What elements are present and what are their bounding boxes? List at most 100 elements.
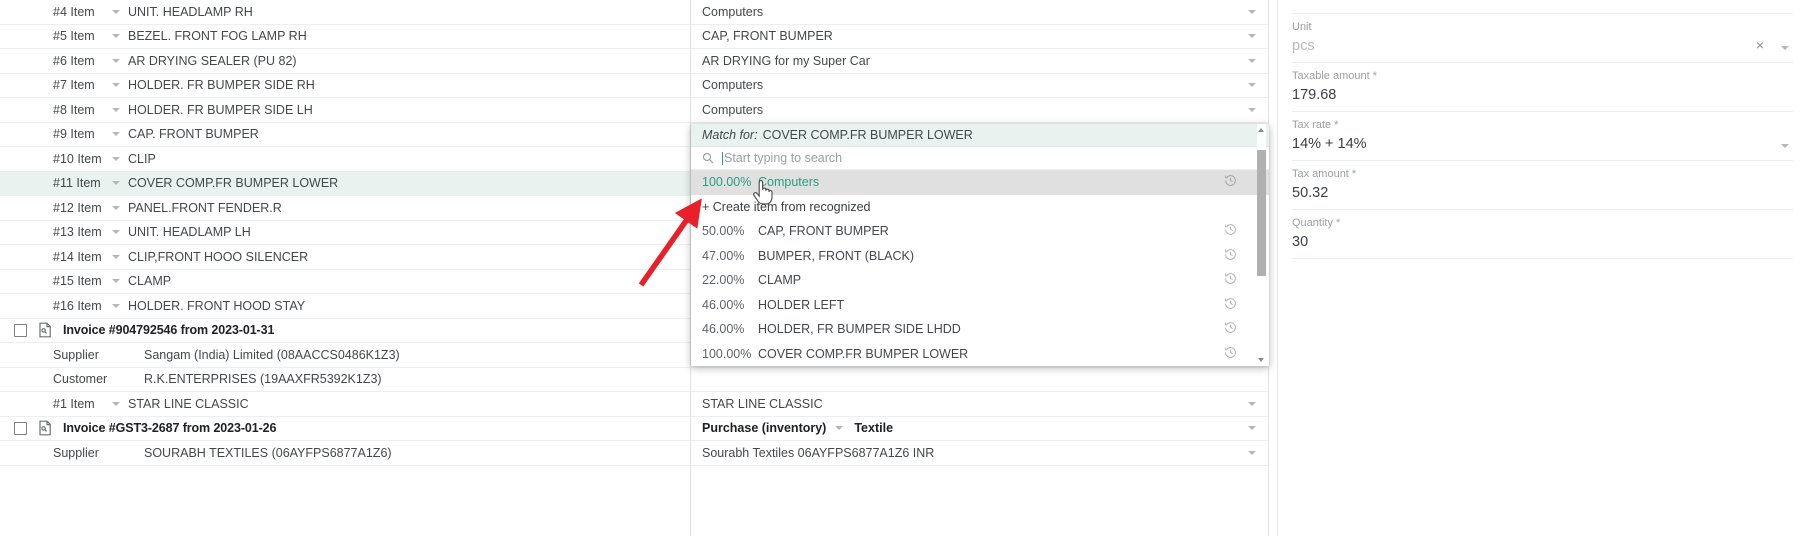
- form-field-value[interactable]: 179.68: [1292, 84, 1793, 106]
- form-field[interactable]: Quantity *30: [1292, 210, 1793, 259]
- history-icon[interactable]: [1224, 297, 1237, 313]
- value-row[interactable]: Computers: [691, 0, 1268, 25]
- value-row[interactable]: Computers: [691, 98, 1268, 123]
- table-row-item[interactable]: #16 ItemHOLDER. FRONT HOOD STAY: [0, 294, 690, 319]
- match-prefix-label: Match for:: [702, 128, 758, 142]
- field-dropdown-caret-icon[interactable]: [1781, 46, 1789, 50]
- table-row-item[interactable]: #13 ItemUNIT. HEADLAMP LH: [0, 221, 690, 246]
- purchase-caret-icon[interactable]: [826, 426, 852, 430]
- table-row-item[interactable]: #8 ItemHOLDER. FR BUMPER SIDE LH: [0, 98, 690, 123]
- value-row[interactable]: Sourabh Textiles 06AYFPS6877A1Z6 INR: [691, 441, 1268, 466]
- form-field-label: Quantity *: [1292, 216, 1793, 231]
- dropdown-scrollbar[interactable]: [1257, 124, 1266, 366]
- form-field-value[interactable]: 14% + 14%: [1292, 133, 1793, 155]
- scroll-down-arrow-icon[interactable]: [1258, 358, 1264, 362]
- dropdown-option[interactable]: 100.00%Computers: [691, 170, 1269, 195]
- history-icon[interactable]: [1224, 321, 1237, 337]
- table-row-item[interactable]: #5 ItemBEZEL. FRONT FOG LAMP RH: [0, 25, 690, 50]
- dropdown-search-row[interactable]: Start typing to search: [691, 147, 1269, 170]
- form-field[interactable]: Tax rate *14% + 14%: [1292, 112, 1793, 161]
- table-row-field[interactable]: SupplierSOURABH TEXTILES (06AYFPS6877A1Z…: [0, 441, 690, 466]
- value-row[interactable]: [691, 368, 1268, 393]
- history-icon[interactable]: [1224, 223, 1237, 239]
- value-dropdown-caret-icon[interactable]: [1248, 451, 1256, 455]
- table-row-item[interactable]: #6 ItemAR DRYING SEALER (PU 82): [0, 49, 690, 74]
- scroll-up-arrow-icon[interactable]: [1258, 128, 1264, 132]
- row-expand-caret-icon[interactable]: [104, 255, 128, 259]
- value-text: AR DRYING for my Super Car: [702, 54, 870, 68]
- value-dropdown-caret-icon[interactable]: [1248, 108, 1256, 112]
- value-dropdown-caret-icon[interactable]: [1248, 426, 1256, 430]
- row-expand-caret-icon[interactable]: [104, 181, 128, 185]
- table-row-field[interactable]: SupplierSangam (India) Limited (08AACCS0…: [0, 343, 690, 368]
- table-row-invoice[interactable]: Invoice #GST3-2687 from 2023-01-26: [0, 417, 690, 442]
- row-expand-caret-icon[interactable]: [104, 34, 128, 38]
- value-dropdown-caret-icon[interactable]: [1248, 59, 1256, 63]
- values-column: ComputersCAP, FRONT BUMPERAR DRYING for …: [690, 0, 1268, 536]
- row-expand-caret-icon[interactable]: [104, 157, 128, 161]
- value-row-purchase[interactable]: Purchase (inventory) Textile: [691, 417, 1268, 442]
- row-expand-caret-icon[interactable]: [104, 59, 128, 63]
- row-expand-caret-icon[interactable]: [104, 230, 128, 234]
- row-expand-caret-icon[interactable]: [104, 402, 128, 406]
- dropdown-option[interactable]: 22.00%CLAMP: [691, 268, 1269, 293]
- purchase-type-label[interactable]: Purchase (inventory): [702, 421, 826, 435]
- dropdown-option[interactable]: 100.00%COVER COMP.FR BUMPER LOWER: [691, 342, 1269, 367]
- row-checkbox[interactable]: [14, 324, 27, 337]
- search-input[interactable]: Start typing to search: [724, 151, 842, 165]
- row-expand-caret-icon[interactable]: [104, 279, 128, 283]
- table-row-item[interactable]: #11 ItemCOVER COMP.FR BUMPER LOWER: [0, 172, 690, 197]
- table-row-item[interactable]: #15 ItemCLAMP: [0, 270, 690, 295]
- dropdown-option[interactable]: 46.00%HOLDER, FR BUMPER SIDE LHDD: [691, 317, 1269, 342]
- value-dropdown-caret-icon[interactable]: [1248, 83, 1256, 87]
- purchase-category-label[interactable]: Textile: [854, 421, 893, 435]
- row-expand-caret-icon[interactable]: [104, 206, 128, 210]
- value-dropdown-caret-icon[interactable]: [1248, 402, 1256, 406]
- table-row-field[interactable]: CustomerR.K.ENTERPRISES (19AAXFR5392K1Z3…: [0, 368, 690, 393]
- option-score: 46.00%: [702, 298, 754, 312]
- history-icon[interactable]: [1224, 272, 1237, 288]
- dropdown-option[interactable]: 46.00%HOLDER LEFT: [691, 293, 1269, 318]
- form-field-value[interactable]: 50.32: [1292, 182, 1793, 204]
- table-row-invoice[interactable]: Invoice #904792546 from 2023-01-31: [0, 319, 690, 344]
- value-text: Computers: [702, 103, 763, 117]
- history-icon[interactable]: [1224, 346, 1237, 362]
- table-row-item[interactable]: #10 ItemCLIP: [0, 147, 690, 172]
- table-row-item[interactable]: #4 ItemUNIT. HEADLAMP RH: [0, 0, 690, 25]
- table-row-item[interactable]: #9 ItemCAP. FRONT BUMPER: [0, 123, 690, 148]
- table-row-item[interactable]: #14 ItemCLIP,FRONT HOOO SILENCER: [0, 245, 690, 270]
- invoice-title: Invoice #GST3-2687 from 2023-01-26: [63, 421, 276, 435]
- form-field-value[interactable]: pcs: [1292, 35, 1793, 57]
- value-dropdown-caret-icon[interactable]: [1248, 34, 1256, 38]
- scrollbar-thumb[interactable]: [1257, 150, 1266, 276]
- row-expand-caret-icon[interactable]: [104, 83, 128, 87]
- clear-icon[interactable]: ×: [1756, 38, 1764, 52]
- value-row[interactable]: CAP, FRONT BUMPER: [691, 25, 1268, 50]
- row-item-name: UNIT. HEADLAMP RH: [128, 5, 253, 19]
- dropdown-option[interactable]: 50.00%CAP, FRONT BUMPER: [691, 219, 1269, 244]
- table-row-item[interactable]: #1 ItemSTAR LINE CLASSIC: [0, 392, 690, 417]
- row-expand-caret-icon[interactable]: [104, 132, 128, 136]
- value-row[interactable]: STAR LINE CLASSIC: [691, 392, 1268, 417]
- row-expand-caret-icon[interactable]: [104, 10, 128, 14]
- value-row[interactable]: Computers: [691, 74, 1268, 99]
- option-score: 22.00%: [702, 273, 754, 287]
- dropdown-option[interactable]: 47.00%BUMPER, FRONT (BLACK): [691, 244, 1269, 269]
- form-field-value[interactable]: 30: [1292, 231, 1793, 253]
- form-field[interactable]: Unitpcs×: [1292, 14, 1793, 63]
- item-match-dropdown[interactable]: Match for: COVER COMP.FR BUMPER LOWER St…: [691, 124, 1269, 366]
- history-icon[interactable]: [1224, 248, 1237, 264]
- table-row-item[interactable]: #12 ItemPANEL.FRONT FENDER.R: [0, 196, 690, 221]
- create-item-option[interactable]: + Create item from recognized: [691, 195, 1269, 220]
- field-dropdown-caret-icon[interactable]: [1781, 144, 1789, 148]
- form-field[interactable]: Tax amount *50.32: [1292, 161, 1793, 210]
- value-row[interactable]: AR DRYING for my Super Car: [691, 49, 1268, 74]
- history-icon[interactable]: [1224, 174, 1237, 190]
- row-checkbox[interactable]: [14, 422, 27, 435]
- form-field[interactable]: Taxable amount *179.68: [1292, 63, 1793, 112]
- row-expand-caret-icon[interactable]: [104, 304, 128, 308]
- form-field-label: Unit: [1292, 20, 1793, 35]
- value-dropdown-caret-icon[interactable]: [1248, 10, 1256, 14]
- row-expand-caret-icon[interactable]: [104, 108, 128, 112]
- table-row-item[interactable]: #7 ItemHOLDER. FR BUMPER SIDE RH: [0, 74, 690, 99]
